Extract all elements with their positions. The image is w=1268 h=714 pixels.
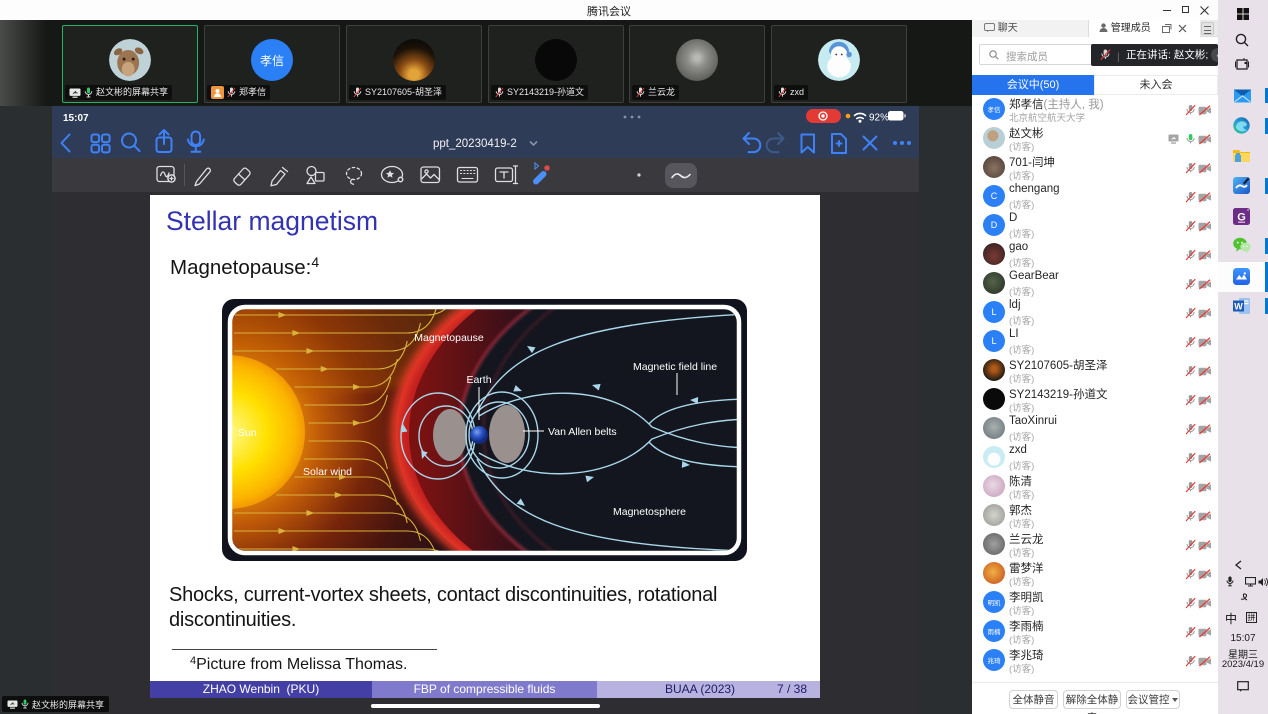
svg-text:Magnetic field line: Magnetic field line (633, 361, 717, 373)
svg-text:Solar wind: Solar wind (303, 466, 352, 478)
svg-text:Earth: Earth (466, 374, 491, 386)
svg-text:Magnetopause: Magnetopause (414, 332, 484, 344)
svg-text:Magnetosphere: Magnetosphere (613, 506, 686, 518)
svg-text:W: W (1234, 302, 1243, 312)
svg-text:15:07: 15:07 (63, 113, 89, 124)
svg-text:92%: 92% (869, 113, 889, 124)
svg-text:Van Allen belts: Van Allen belts (548, 426, 617, 438)
svg-text:ppt_20230419-2: ppt_20230419-2 (433, 138, 517, 150)
svg-text:Sun: Sun (238, 427, 257, 439)
